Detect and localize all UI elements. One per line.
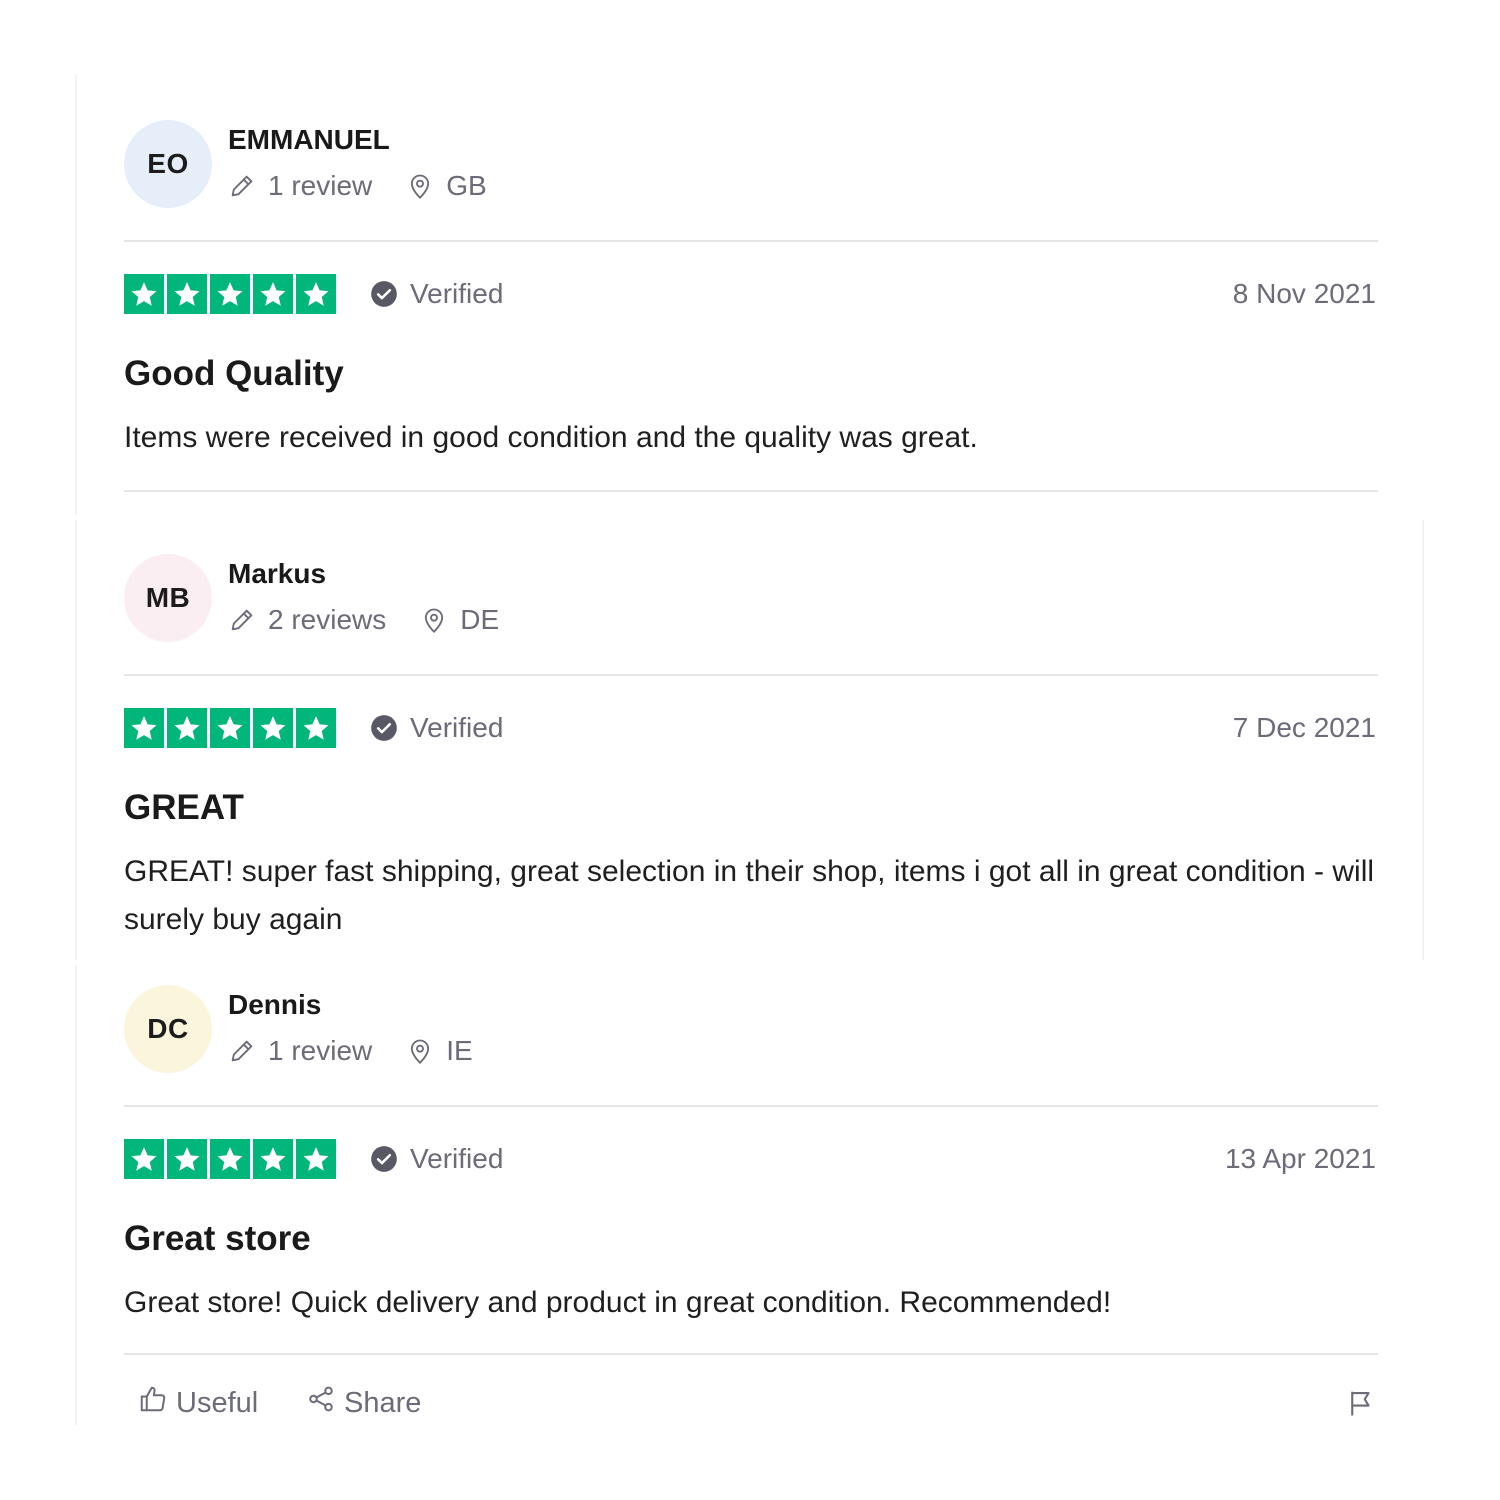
review-date: 13 Apr 2021 bbox=[1224, 1143, 1376, 1174]
verified-badge[interactable]: Verified bbox=[370, 278, 503, 310]
thumbs-up-icon bbox=[138, 1384, 176, 1422]
review-date: 8 Nov 2021 bbox=[1232, 278, 1376, 309]
review-date: 7 Dec 2021 bbox=[1232, 712, 1376, 743]
review-title[interactable]: Good Quality bbox=[124, 352, 1378, 396]
review-card: EO EMMANUEL 1 review GB Verified 8 Nov 2… bbox=[124, 120, 1378, 492]
location-icon bbox=[406, 1037, 434, 1065]
star-rating bbox=[124, 708, 336, 748]
check-icon bbox=[370, 714, 398, 742]
divider bbox=[124, 1353, 1378, 1355]
avatar[interactable]: EO bbox=[124, 120, 212, 208]
star-rating bbox=[124, 1139, 336, 1179]
check-icon bbox=[370, 280, 398, 308]
reviewer-name[interactable]: EMMANUEL bbox=[228, 124, 390, 156]
star-icon bbox=[296, 1139, 336, 1179]
star-icon bbox=[296, 708, 336, 748]
star-icon bbox=[124, 708, 164, 748]
star-icon bbox=[210, 274, 250, 314]
card-edge bbox=[75, 75, 77, 515]
reviewer-header: DC Dennis 1 review IE bbox=[124, 985, 1378, 1105]
reviewer-country: IE bbox=[446, 1035, 473, 1066]
review-body: Items were received in good condition an… bbox=[124, 421, 978, 454]
review-count: 2 reviews bbox=[268, 604, 387, 635]
rating-row: Verified 7 Dec 2021 bbox=[124, 676, 1378, 784]
reviewer-country: GB bbox=[446, 170, 487, 201]
review-body: GREAT! super fast shipping, great select… bbox=[124, 855, 1375, 936]
reviewer-header: EO EMMANUEL 1 review GB bbox=[124, 120, 1378, 240]
location-icon bbox=[420, 606, 448, 634]
star-icon bbox=[167, 708, 207, 748]
verified-label: Verified bbox=[410, 278, 504, 309]
star-icon bbox=[253, 708, 293, 748]
reviewer-name[interactable]: Dennis bbox=[228, 989, 321, 1021]
flag-button[interactable] bbox=[1346, 1388, 1376, 1423]
review-actions: Useful Share bbox=[124, 1384, 1378, 1430]
reviewer-header: MB Markus 2 reviews DE bbox=[124, 554, 1378, 674]
divider bbox=[124, 490, 1378, 492]
verified-label: Verified bbox=[410, 712, 504, 743]
star-icon bbox=[124, 274, 164, 314]
verified-label: Verified bbox=[410, 1143, 504, 1174]
rating-row: Verified 13 Apr 2021 bbox=[124, 1107, 1378, 1215]
rating-row: Verified 8 Nov 2021 bbox=[124, 242, 1378, 350]
location-icon bbox=[406, 172, 434, 200]
share-button[interactable]: Share bbox=[306, 1384, 421, 1422]
reviewer-meta: 1 review IE bbox=[228, 1035, 473, 1067]
review-title[interactable]: GREAT bbox=[124, 786, 1378, 830]
star-icon bbox=[210, 1139, 250, 1179]
star-icon bbox=[210, 708, 250, 748]
reviewer-meta: 1 review GB bbox=[228, 170, 487, 202]
star-rating bbox=[124, 274, 336, 314]
star-icon bbox=[167, 274, 207, 314]
star-icon bbox=[253, 1139, 293, 1179]
share-icon bbox=[306, 1384, 344, 1422]
review-body: Great store! Quick delivery and product … bbox=[124, 1286, 1112, 1319]
reviewer-name[interactable]: Markus bbox=[228, 558, 326, 590]
review-title[interactable]: Great store bbox=[124, 1217, 1378, 1261]
review-card: MB Markus 2 reviews DE Verified 7 Dec 20… bbox=[124, 554, 1378, 944]
card-edge bbox=[75, 520, 77, 960]
avatar[interactable]: MB bbox=[124, 554, 212, 642]
star-icon bbox=[253, 274, 293, 314]
review-card: DC Dennis 1 review IE Verified 13 Apr 20… bbox=[124, 985, 1378, 1327]
review-count: 1 review bbox=[268, 1035, 373, 1066]
flag-icon bbox=[1346, 1391, 1376, 1422]
useful-button[interactable]: Useful bbox=[138, 1384, 258, 1422]
card-edge bbox=[75, 965, 77, 1425]
star-icon bbox=[167, 1139, 207, 1179]
verified-badge[interactable]: Verified bbox=[370, 1143, 503, 1175]
avatar[interactable]: DC bbox=[124, 985, 212, 1073]
pencil-icon bbox=[228, 606, 256, 634]
reviewer-country: DE bbox=[460, 604, 500, 635]
review-count: 1 review bbox=[268, 170, 373, 201]
reviewer-meta: 2 reviews DE bbox=[228, 604, 499, 636]
check-icon bbox=[370, 1145, 398, 1173]
useful-label: Useful bbox=[176, 1386, 259, 1419]
share-label: Share bbox=[344, 1386, 422, 1419]
star-icon bbox=[124, 1139, 164, 1179]
card-edge bbox=[1422, 520, 1424, 960]
pencil-icon bbox=[228, 1037, 256, 1065]
pencil-icon bbox=[228, 172, 256, 200]
verified-badge[interactable]: Verified bbox=[370, 712, 503, 744]
star-icon bbox=[296, 274, 336, 314]
